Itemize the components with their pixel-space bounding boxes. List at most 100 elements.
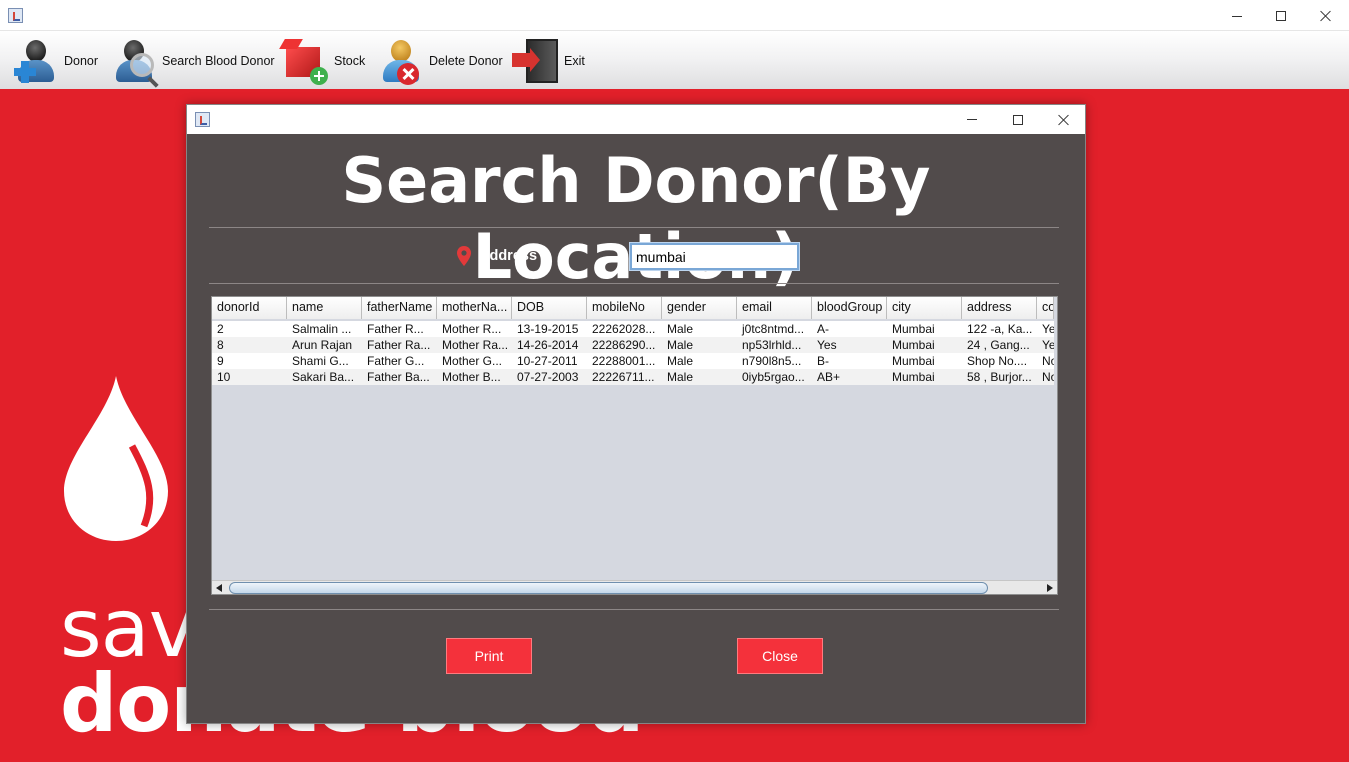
exit-icon	[512, 37, 560, 85]
table-cell: j0tc8ntmd...	[742, 322, 805, 336]
stock-label: Stock	[334, 54, 366, 68]
table-header: donorId name fatherName motherNa... DOB …	[212, 297, 1054, 319]
stock-icon	[282, 37, 330, 85]
maximize-button[interactable]	[1258, 0, 1304, 31]
column-header[interactable]: donorId	[212, 297, 287, 319]
close-icon	[1320, 10, 1332, 22]
table-cell: 10	[217, 370, 231, 384]
minimize-icon	[967, 119, 977, 121]
horizontal-scrollbar[interactable]	[212, 580, 1057, 594]
table-cell: 8	[217, 338, 224, 352]
table-cell: Father G...	[367, 354, 425, 368]
close-window-button[interactable]	[1303, 0, 1349, 31]
dialog-app-icon	[195, 112, 210, 127]
table-cell: Father R...	[367, 322, 424, 336]
table-cell: 22262028...	[592, 322, 656, 336]
stock-button[interactable]: Stock	[282, 35, 365, 87]
table-cell: Male	[667, 370, 694, 384]
main-title-bar	[0, 0, 1349, 31]
search-blood-donor-label: Search Blood Donor	[162, 54, 275, 68]
table-cell: 58 , Burjor...	[967, 370, 1032, 384]
maximize-icon	[1013, 114, 1023, 125]
column-header[interactable]: bloodGroup	[812, 297, 887, 319]
delete-donor-label: Delete Donor	[429, 54, 503, 68]
table-cell: 13-19-2015	[517, 322, 579, 336]
donor-button[interactable]: Donor	[12, 35, 98, 87]
table-cell: Mother R...	[442, 322, 502, 336]
column-header[interactable]: co	[1037, 297, 1054, 319]
print-button[interactable]: Print	[446, 638, 532, 674]
column-header[interactable]: city	[887, 297, 962, 319]
table-row[interactable]: 10 Sakari Ba... Father Ba... Mother B...…	[212, 369, 1054, 385]
scroll-left-icon[interactable]	[212, 581, 227, 594]
column-header[interactable]: gender	[662, 297, 737, 319]
table-cell: Male	[667, 354, 694, 368]
divider	[209, 609, 1059, 610]
delete-donor-icon	[377, 37, 425, 85]
location-pin-icon	[457, 246, 471, 266]
dialog-title-bar	[187, 105, 1085, 134]
maximize-icon	[1276, 11, 1286, 22]
column-header[interactable]: mobileNo	[587, 297, 662, 319]
table-cell: Shop No....	[967, 354, 1028, 368]
table-row[interactable]: 2 Salmalin ... Father R... Mother R... 1…	[212, 321, 1054, 337]
scroll-right-icon[interactable]	[1042, 581, 1057, 594]
table-cell: Male	[667, 322, 694, 336]
table-cell: 122 -a, Ka...	[967, 322, 1033, 336]
table-cell: Salmalin ...	[292, 322, 352, 336]
column-header[interactable]: address	[962, 297, 1037, 319]
table-cell: Mumbai	[892, 322, 935, 336]
dialog-minimize-button[interactable]	[949, 105, 995, 134]
table-cell: 07-27-2003	[517, 370, 579, 384]
table-cell: A-	[817, 322, 829, 336]
exit-button[interactable]: Exit	[512, 35, 585, 87]
table-cell: Male	[667, 338, 694, 352]
table-cell: 22226711...	[592, 370, 655, 384]
page-title: Search Donor(By Location)	[341, 144, 931, 293]
donor-icon	[12, 37, 60, 85]
donor-table[interactable]: donorId name fatherName motherNa... DOB …	[211, 296, 1058, 595]
address-input[interactable]	[629, 242, 800, 271]
dialog-maximize-button[interactable]	[995, 105, 1041, 134]
app-icon	[8, 8, 23, 23]
table-cell: Yes	[817, 338, 837, 352]
search-donor-dialog: Search Donor(By Location) Address donorI…	[186, 104, 1086, 724]
table-row[interactable]: 9 Shami G... Father G... Mother G... 10-…	[212, 353, 1054, 369]
table-cell: B-	[817, 354, 829, 368]
search-donor-icon	[110, 37, 158, 85]
table-cell: Ye	[1042, 322, 1054, 336]
table-cell: 22288001...	[592, 354, 656, 368]
close-icon	[1058, 114, 1070, 126]
exit-label: Exit	[564, 54, 585, 68]
table-row[interactable]: 8 Arun Rajan Father Ra... Mother Ra... 1…	[212, 337, 1054, 353]
minimize-button[interactable]	[1214, 0, 1260, 31]
address-label: Address	[479, 248, 538, 264]
divider	[209, 227, 1059, 228]
table-cell: No	[1042, 354, 1054, 368]
column-header[interactable]: fatherName	[362, 297, 437, 319]
column-header[interactable]: email	[737, 297, 812, 319]
table-cell: Arun Rajan	[292, 338, 353, 352]
column-header[interactable]: motherNa...	[437, 297, 512, 319]
table-cell: Father Ra...	[367, 338, 431, 352]
donor-label: Donor	[64, 54, 99, 68]
column-header[interactable]: DOB	[512, 297, 587, 319]
table-cell: 2	[217, 322, 224, 336]
toolbar: Donor Search Blood Donor Stock Delete Do…	[0, 31, 1349, 89]
table-cell: 0iyb5rgao...	[742, 370, 805, 384]
scrollbar-thumb[interactable]	[229, 582, 988, 594]
table-cell: Mother B...	[442, 370, 501, 384]
search-blood-donor-button[interactable]: Search Blood Donor	[110, 35, 275, 87]
address-label-group: Address	[457, 244, 537, 268]
table-cell: n790l8n5...	[742, 354, 802, 368]
divider	[209, 283, 1059, 284]
column-header[interactable]: name	[287, 297, 362, 319]
delete-donor-button[interactable]: Delete Donor	[377, 35, 503, 87]
table-cell: Ye	[1042, 338, 1054, 352]
dialog-close-window-button[interactable]	[1041, 105, 1087, 134]
table-cell: No	[1042, 370, 1054, 384]
table-cell: 24 , Gang...	[967, 338, 1030, 352]
table-cell: Father Ba...	[367, 370, 430, 384]
table-body: 2 Salmalin ... Father R... Mother R... 1…	[212, 321, 1054, 385]
close-button[interactable]: Close	[737, 638, 823, 674]
